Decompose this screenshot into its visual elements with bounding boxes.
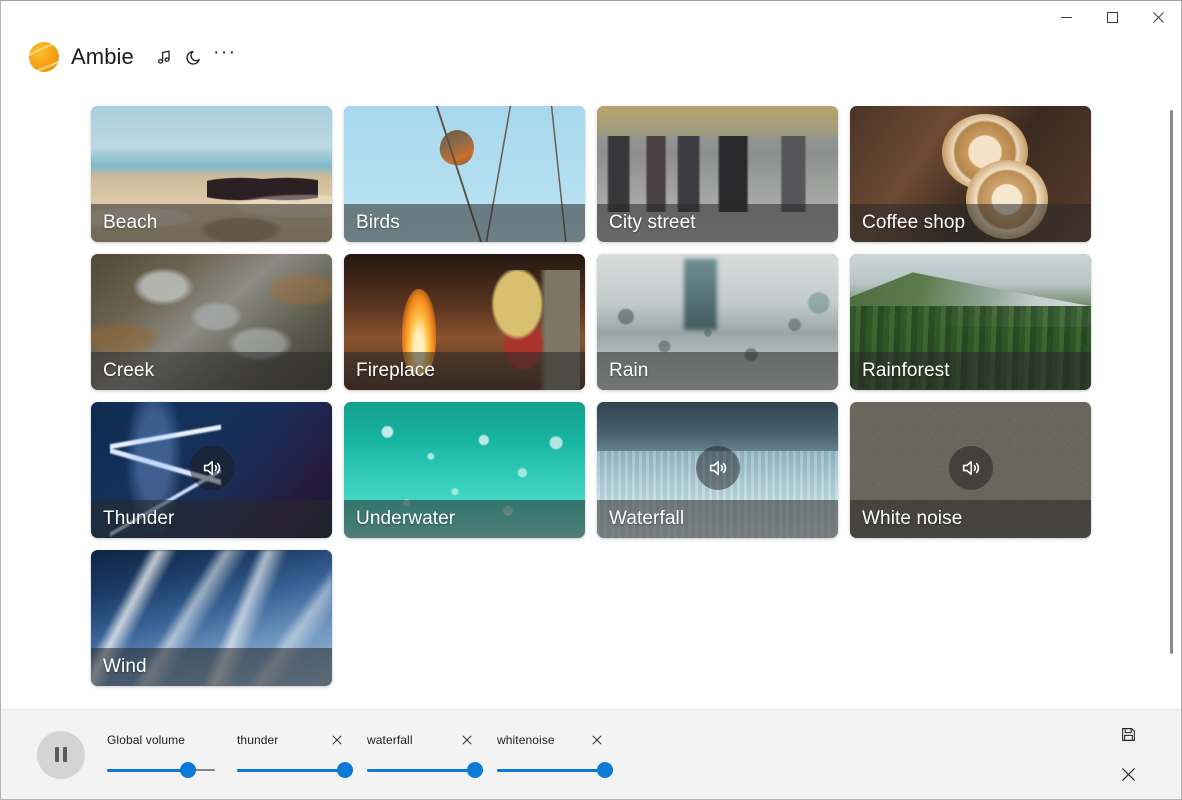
volume-slider[interactable] (367, 762, 483, 778)
slider-fill (107, 768, 188, 772)
close-icon (592, 735, 602, 745)
save-button[interactable] (1115, 722, 1141, 748)
sound-card-label: Creek (103, 360, 155, 381)
slider-thumb[interactable] (467, 762, 483, 778)
player-bar: Global volume thunder waterfall whitenoise (1, 709, 1181, 799)
sound-card-label-bar: White noise (850, 500, 1091, 538)
sound-card-label: Waterfall (609, 508, 685, 529)
slider-label: whitenoise (497, 733, 555, 747)
slider-fill (237, 768, 345, 772)
sound-card-label: White noise (862, 508, 963, 529)
speaker-icon[interactable] (189, 446, 234, 490)
close-icon (1152, 11, 1164, 23)
sound-card-label-bar: Creek (91, 352, 332, 390)
sound-card-label: Birds (356, 212, 400, 233)
sound-grid-scroll-area: Beach Birds City street Coffee shop Creek Fir… (1, 81, 1181, 709)
sound-card-label: Rain (609, 360, 649, 381)
slider-group-whitenoise: whitenoise (497, 731, 613, 778)
moon-icon[interactable] (180, 42, 210, 72)
close-icon (332, 735, 342, 745)
sound-card-waterfall[interactable]: Waterfall (597, 402, 838, 538)
volume-slider[interactable] (107, 762, 215, 778)
sound-card-city-street[interactable]: City street (597, 106, 838, 242)
remove-sound-button[interactable] (589, 732, 605, 748)
slider-thumb[interactable] (180, 762, 196, 778)
remove-sound-button[interactable] (459, 732, 475, 748)
scrollbar-thumb[interactable] (1170, 109, 1173, 654)
app-header: Ambie ··· (1, 33, 240, 81)
slider-label: Global volume (107, 733, 186, 747)
pause-icon (55, 747, 67, 762)
slider-label: waterfall (367, 733, 413, 747)
sound-card-label-bar: City street (597, 204, 838, 242)
sound-card-beach[interactable]: Beach (91, 106, 332, 242)
sound-card-label: Coffee shop (862, 212, 966, 233)
close-window-button[interactable] (1135, 1, 1181, 33)
sound-card-label: Wind (103, 656, 147, 677)
slider-fill (497, 768, 605, 772)
sound-card-label: Rainforest (862, 360, 950, 381)
sound-card-creek[interactable]: Creek (91, 254, 332, 390)
sound-card-label-bar: Wind (91, 648, 332, 686)
pause-button[interactable] (37, 730, 85, 779)
title-bar (1, 1, 1181, 33)
ambie-sphere-logo-icon (29, 42, 59, 72)
sound-grid: Beach Birds City street Coffee shop Creek Fir… (1, 81, 1181, 686)
sound-card-label-bar: Thunder (91, 500, 332, 538)
slider-thumb[interactable] (337, 762, 353, 778)
slider-label: thunder (237, 733, 279, 747)
volume-slider[interactable] (497, 762, 613, 778)
minimize-button[interactable] (1043, 1, 1089, 33)
slider-group-waterfall: waterfall (367, 731, 483, 778)
sound-card-rain[interactable]: Rain (597, 254, 838, 390)
volume-slider[interactable] (237, 762, 353, 778)
sound-card-label: Fireplace (356, 360, 436, 381)
volume-sliders: Global volume thunder waterfall whitenoise (107, 731, 613, 778)
sound-card-label: Thunder (103, 508, 175, 529)
slider-header: waterfall (367, 731, 475, 749)
sound-card-underwater[interactable]: Underwater (344, 402, 585, 538)
music-note-icon[interactable] (150, 42, 180, 72)
maximize-icon (1106, 11, 1118, 23)
slider-header: whitenoise (497, 731, 605, 749)
close-icon (1121, 767, 1135, 782)
clear-all-button[interactable] (1115, 762, 1141, 788)
slider-header: thunder (237, 731, 345, 749)
close-icon (462, 735, 472, 745)
player-actions (1115, 710, 1141, 799)
save-icon (1121, 728, 1135, 741)
speaker-icon[interactable] (695, 446, 740, 490)
slider-group-thunder: thunder (237, 731, 353, 778)
sound-card-wind[interactable]: Wind (91, 550, 332, 686)
sound-card-coffee-shop[interactable]: Coffee shop (850, 106, 1091, 242)
sound-card-label-bar: Rainforest (850, 352, 1091, 390)
sound-card-label: Beach (103, 212, 158, 233)
slider-thumb[interactable] (597, 762, 613, 778)
sound-card-label-bar: Coffee shop (850, 204, 1091, 242)
sound-card-label-bar: Birds (344, 204, 585, 242)
vertical-scrollbar[interactable] (1165, 85, 1177, 703)
sound-card-label-bar: Waterfall (597, 500, 838, 538)
sound-card-fireplace[interactable]: Fireplace (344, 254, 585, 390)
slider-header: Global volume (107, 731, 215, 749)
sound-card-white-noise[interactable]: White noise (850, 402, 1091, 538)
sound-card-label-bar: Fireplace (344, 352, 585, 390)
slider-group-global-volume: Global volume (107, 731, 215, 778)
speaker-icon[interactable] (948, 446, 993, 490)
remove-sound-button[interactable] (329, 732, 345, 748)
app-title: Ambie (71, 44, 134, 69)
sound-card-rainforest[interactable]: Rainforest (850, 254, 1091, 390)
maximize-button[interactable] (1089, 1, 1135, 33)
sound-card-label-bar: Underwater (344, 500, 585, 538)
slider-fill (367, 768, 475, 772)
more-ellipsis-icon[interactable]: ··· (210, 42, 240, 72)
sound-card-thunder[interactable]: Thunder (91, 402, 332, 538)
sound-card-label-bar: Beach (91, 204, 332, 242)
sound-card-label-bar: Rain (597, 352, 838, 390)
sound-card-birds[interactable]: Birds (344, 106, 585, 242)
sound-card-label: Underwater (356, 508, 456, 529)
app-window: Ambie ··· Beach Birds City street Coffee sh… (0, 0, 1182, 800)
minimize-icon (1060, 16, 1072, 18)
sound-card-label: City street (609, 212, 696, 233)
